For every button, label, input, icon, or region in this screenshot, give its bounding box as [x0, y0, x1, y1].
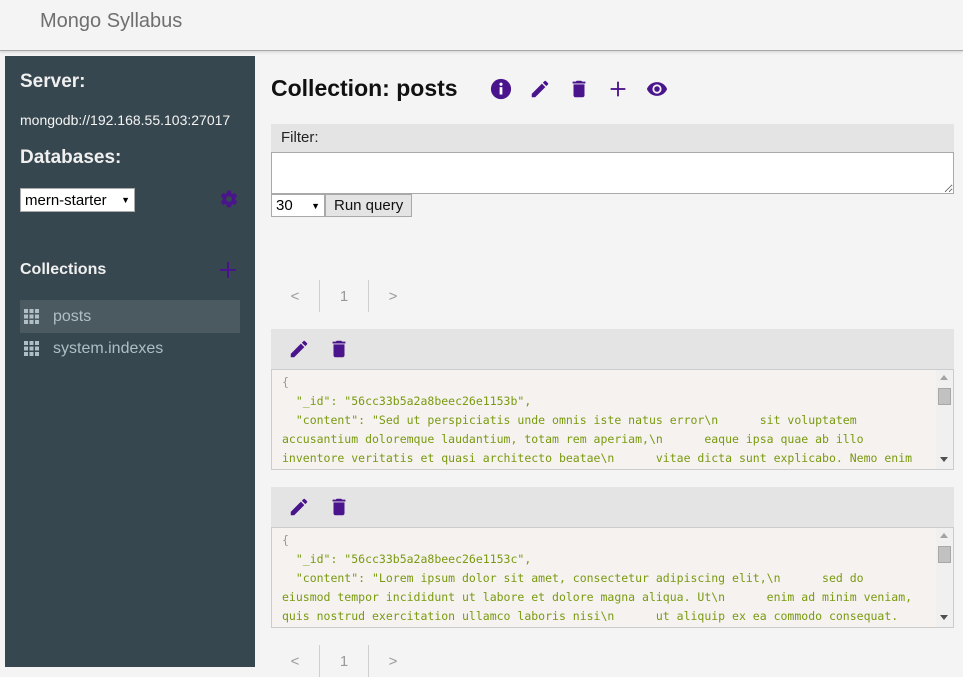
grid-icon: [24, 309, 39, 324]
document-card: { "_id": "56cc33b5a2a8beec26e1153c", "co…: [271, 487, 954, 628]
eye-icon[interactable]: [646, 78, 668, 100]
scroll-thumb[interactable]: [938, 388, 951, 405]
collection-name: system.indexes: [53, 339, 164, 357]
dropdown-arrow-icon: ▼: [311, 200, 320, 211]
sidebar: Server: mongodb://192.168.55.103:27017 D…: [5, 56, 255, 667]
collection-header: Collection: posts: [271, 75, 685, 102]
add-collection-icon[interactable]: [220, 262, 236, 278]
json-line: {: [282, 533, 289, 547]
document-card: { "_id": "56cc33b5a2a8beec26e1153b", "co…: [271, 329, 954, 470]
trash-icon[interactable]: [328, 338, 350, 360]
document-json-text: { "_id": "56cc33b5a2a8beec26e1153b", "co…: [282, 373, 933, 468]
filter-label: Filter:: [271, 124, 954, 152]
json-line: inventore veritatis et quasi architecto …: [282, 451, 913, 465]
document-json-view[interactable]: { "_id": "56cc33b5a2a8beec26e1153b", "co…: [271, 369, 954, 470]
database-select-value: mern-starter: [25, 191, 107, 209]
json-line: "_id": "56cc33b5a2a8beec26e1153c",: [282, 552, 532, 566]
trash-icon[interactable]: [568, 78, 590, 100]
databases-heading: Databases:: [20, 147, 122, 168]
server-heading: Server:: [20, 71, 86, 92]
app-title[interactable]: Mongo Syllabus: [40, 10, 182, 33]
document-json-text: { "_id": "56cc33b5a2a8beec26e1153c", "co…: [282, 531, 933, 626]
json-line: "content": "Lorem ipsum dolor sit amet, …: [282, 571, 864, 585]
info-icon[interactable]: [490, 78, 512, 100]
json-line: "_id": "56cc33b5a2a8beec26e1153b",: [282, 394, 532, 408]
collection-item-posts[interactable]: posts: [20, 300, 240, 333]
server-url: mongodb://192.168.55.103:27017: [20, 112, 231, 128]
filter-panel: Filter: 30 ▼ Run query: [271, 124, 954, 217]
json-line: eiusmod tempor incididunt ut labore et d…: [282, 590, 913, 604]
json-line: quis nostrud exercitation ullamco labori…: [282, 609, 899, 623]
plus-icon[interactable]: [607, 78, 629, 100]
json-line: accusantium doloremque laudantium, totam…: [282, 432, 864, 446]
top-navbar: Mongo Syllabus: [0, 0, 963, 51]
pencil-icon[interactable]: [529, 78, 551, 100]
page-number[interactable]: 1: [320, 288, 368, 305]
scrollbar[interactable]: [936, 528, 953, 627]
pagination-bottom: < 1 >: [271, 645, 417, 677]
document-toolbar: [271, 329, 954, 369]
scroll-up-icon[interactable]: [940, 375, 948, 380]
pagination-top: < 1 >: [271, 280, 417, 312]
prev-page-button[interactable]: <: [271, 288, 319, 305]
json-line: {: [282, 375, 289, 389]
pencil-icon[interactable]: [288, 338, 310, 360]
next-page-button[interactable]: >: [369, 288, 417, 305]
limit-select-value: 30: [276, 197, 293, 214]
scroll-up-icon[interactable]: [940, 533, 948, 538]
document-json-view[interactable]: { "_id": "56cc33b5a2a8beec26e1153c", "co…: [271, 527, 954, 628]
collection-name: posts: [53, 307, 92, 325]
collections-heading: Collections: [20, 261, 107, 278]
scroll-down-icon[interactable]: [940, 615, 948, 620]
page-title: Collection: posts: [271, 75, 458, 101]
collection-item-system-indexes[interactable]: system.indexes: [20, 332, 240, 365]
json-line: "content": "Sed ut perspiciatis unde omn…: [282, 413, 857, 427]
document-toolbar: [271, 487, 954, 527]
database-select[interactable]: mern-starter ▼: [20, 188, 135, 212]
limit-select[interactable]: 30 ▼: [271, 194, 325, 217]
grid-icon: [24, 341, 39, 356]
scrollbar[interactable]: [936, 370, 953, 469]
filter-input[interactable]: [271, 152, 954, 194]
pencil-icon[interactable]: [288, 496, 310, 518]
run-query-button[interactable]: Run query: [325, 194, 413, 217]
scroll-thumb[interactable]: [938, 546, 951, 563]
gear-icon[interactable]: [219, 189, 239, 209]
trash-icon[interactable]: [328, 496, 350, 518]
scroll-down-icon[interactable]: [940, 457, 948, 462]
dropdown-arrow-icon: ▼: [121, 195, 130, 205]
query-controls: 30 ▼ Run query: [271, 194, 954, 217]
